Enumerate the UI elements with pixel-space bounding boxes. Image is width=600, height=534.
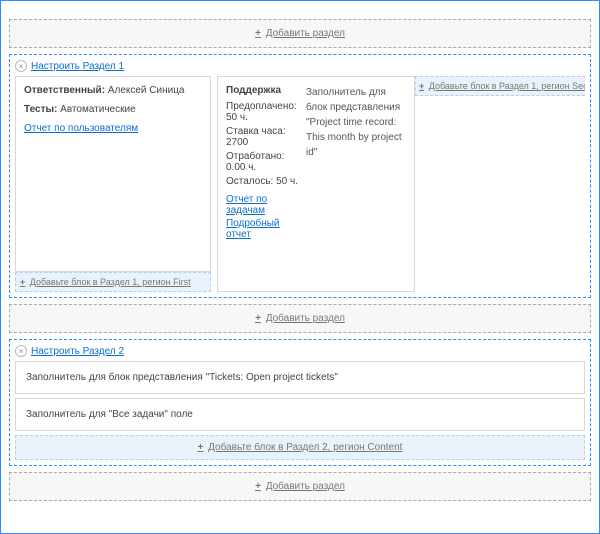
plus-icon: + xyxy=(198,442,204,453)
add-block-content[interactable]: + Добавьте блок в Раздел 2, регион Conte… xyxy=(15,435,585,460)
add-section-bottom[interactable]: + Добавить раздел xyxy=(9,472,591,501)
add-block-content-label: Добавьте блок в Раздел 2, регион Content xyxy=(208,442,402,453)
close-icon[interactable]: × xyxy=(15,345,27,357)
responsible-row: Ответственный: Алексей Синица xyxy=(24,85,202,96)
plus-icon: + xyxy=(419,81,424,91)
add-section-middle[interactable]: + Добавить раздел xyxy=(9,304,591,333)
add-block-first-label: Добавьте блок в Раздел 1, регион First xyxy=(30,277,191,287)
add-block-second[interactable]: + Добавьте блок в Раздел 1, регион Secon… xyxy=(415,76,585,96)
placeholder-col: Заполнитель для блок представления "Proj… xyxy=(306,85,406,283)
plus-icon: + xyxy=(255,28,261,39)
support-data-col: Поддержка Предоплачено: 50 ч. Ставка час… xyxy=(226,85,298,283)
task-report-link[interactable]: Отчет по задачам xyxy=(226,194,298,216)
section-2-row-2-text: Заполнитель для "Все задачи" поле xyxy=(26,409,193,420)
add-section-label: Добавить раздел xyxy=(266,28,345,39)
add-section-label: Добавить раздел xyxy=(266,313,345,324)
add-block-first[interactable]: + Добавьте блок в Раздел 1, регион First xyxy=(15,272,211,292)
close-icon[interactable]: × xyxy=(15,60,27,72)
detailed-report-link[interactable]: Подробный отчет xyxy=(226,218,298,240)
section-2-row-1: Заполнитель для блок представления "Tick… xyxy=(15,361,585,394)
responsible-label: Ответственный: xyxy=(24,85,105,96)
section-2: × Настроить Раздел 2 Заполнитель для бло… xyxy=(9,339,591,466)
configure-section-2[interactable]: Настроить Раздел 2 xyxy=(31,346,124,357)
support-title: Поддержка xyxy=(226,85,298,96)
add-section-label: Добавить раздел xyxy=(266,481,345,492)
section-2-row-2: Заполнитель для "Все задачи" поле xyxy=(15,398,585,431)
tests-row: Тесты: Автоматические xyxy=(24,104,202,115)
section-1-right-wrap: Поддержка Предоплачено: 50 ч. Ставка час… xyxy=(217,76,585,292)
support-links: Отчет по задачам Подробный отчет xyxy=(226,194,298,240)
support-row-0: Предоплачено: 50 ч. xyxy=(226,101,298,123)
support-card: Поддержка Предоплачено: 50 ч. Ставка час… xyxy=(217,76,415,292)
section-2-row-1-text: Заполнитель для блок представления "Tick… xyxy=(26,372,338,383)
support-row-3: Осталось: 50 ч. xyxy=(226,176,298,187)
tests-label: Тесты: xyxy=(24,104,57,115)
plus-icon: + xyxy=(255,481,261,492)
section-1-header: × Настроить Раздел 1 xyxy=(15,60,585,72)
support-row-1: Ставка часа: 2700 xyxy=(226,126,298,148)
section-2-header: × Настроить Раздел 2 xyxy=(15,345,585,357)
section-1-left-card: Ответственный: Алексей Синица Тесты: Авт… xyxy=(15,76,211,272)
users-report-row: Отчет по пользователям xyxy=(24,123,202,134)
add-section-top[interactable]: + Добавить раздел xyxy=(9,19,591,48)
configure-section-1[interactable]: Настроить Раздел 1 xyxy=(31,61,124,72)
section-1-columns: Ответственный: Алексей Синица Тесты: Авт… xyxy=(15,76,585,292)
support-row-2: Отработано: 0.00 ч. xyxy=(226,151,298,173)
placeholder-text: Заполнитель для блок представления "Proj… xyxy=(306,85,406,160)
add-block-second-label: Добавьте блок в Раздел 1, регион Second xyxy=(429,81,585,91)
users-report-link[interactable]: Отчет по пользователям xyxy=(24,123,138,134)
plus-icon: + xyxy=(255,313,261,324)
section-1: × Настроить Раздел 1 Ответственный: Алек… xyxy=(9,54,591,298)
plus-icon: + xyxy=(20,277,25,287)
responsible-value: Алексей Синица xyxy=(108,85,185,96)
tests-value: Автоматические xyxy=(60,104,135,115)
